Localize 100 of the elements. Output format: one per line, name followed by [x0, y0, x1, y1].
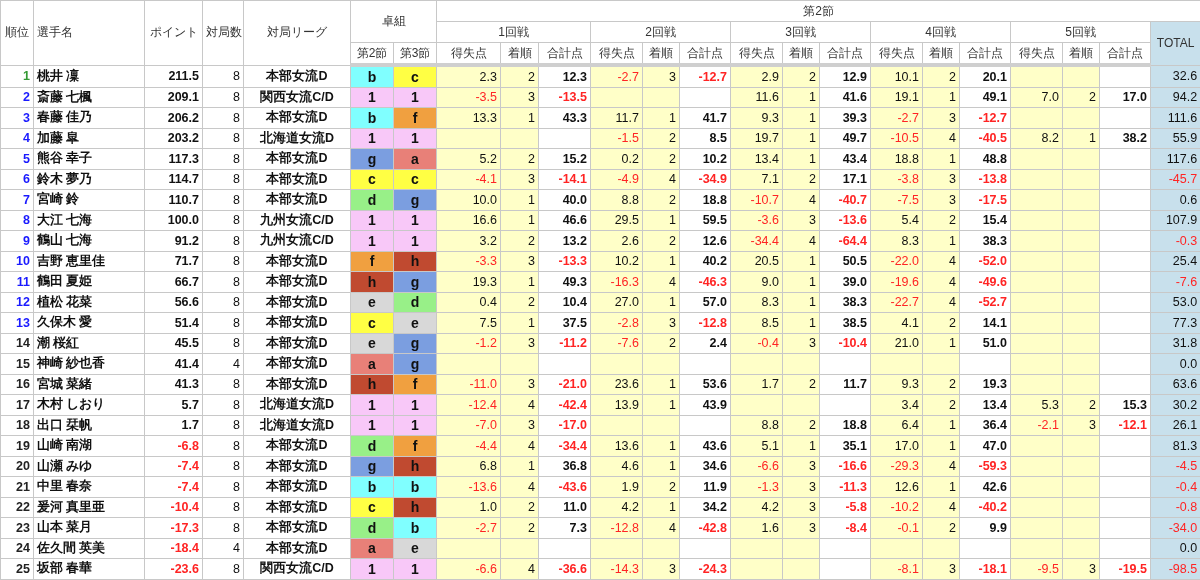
round-total-cell: 10.4: [538, 292, 591, 313]
round-total-cell: 14.1: [959, 312, 1011, 333]
round-total-cell: 9.9: [959, 517, 1011, 538]
league-cell: 北海道女流D: [243, 128, 351, 149]
league-cell: 本部女流D: [243, 312, 351, 333]
round-total-cell: 38.5: [819, 312, 871, 333]
round-total-cell: 43.4: [819, 148, 871, 169]
round-total-cell: 36.4: [959, 415, 1011, 436]
round-total-cell: -12.8: [679, 312, 731, 333]
league-cell: 九州女流C/D: [243, 230, 351, 251]
round-total-cell: -13.5: [538, 87, 591, 108]
round-total-cell: 43.9: [679, 394, 731, 415]
league-cell: 本部女流D: [243, 456, 351, 477]
rank-cell: 22: [0, 497, 34, 518]
player-name: 大江 七海: [33, 210, 145, 231]
league-cell: 本部女流D: [243, 333, 351, 354]
round-total-cell: -12.1: [1099, 415, 1151, 436]
round-total-cell: 12.3: [538, 65, 591, 87]
rank-cell: 1: [0, 65, 34, 87]
league-cell: 関西女流C/D: [243, 558, 351, 579]
round-total-cell: -52.7: [959, 292, 1011, 313]
round-total-cell: 48.8: [959, 148, 1011, 169]
round-total-cell: -12.7: [959, 107, 1011, 128]
player-name: 斎藤 七楓: [33, 87, 145, 108]
league-cell: 本部女流D: [243, 189, 351, 210]
player-name: 山瀬 みゆ: [33, 456, 145, 477]
round-total-cell: 13.2: [538, 230, 591, 251]
round-total-cell: 43.6: [679, 435, 731, 456]
rank-cell: 19: [0, 435, 34, 456]
round-total-cell: 39.0: [819, 271, 871, 292]
round-total-cell: 8.5: [679, 128, 731, 149]
points-cell: -6.8: [144, 435, 203, 456]
points-cell: 66.7: [144, 271, 203, 292]
round-total-cell: 46.6: [538, 210, 591, 231]
round-total-cell: -42.8: [679, 517, 731, 538]
player-name: 山本 菜月: [33, 517, 145, 538]
round-total-cell: 53.6: [679, 374, 731, 395]
player-name: 春藤 佳乃: [33, 107, 145, 128]
round-total-cell: -24.3: [679, 558, 731, 579]
player-name: 潮 桜紅: [33, 333, 145, 354]
player-name: 宮城 菜緒: [33, 374, 145, 395]
rank-cell: 10: [0, 251, 34, 272]
games-cell: 4: [202, 538, 244, 559]
round-total-cell: -11.2: [538, 333, 591, 354]
round-total-cell: 19.3: [959, 374, 1011, 395]
league-cell: 本部女流D: [243, 538, 351, 559]
round-total-cell: 11.9: [679, 476, 731, 497]
rank-cell: 21: [0, 476, 34, 497]
points-cell: 203.2: [144, 128, 203, 149]
round-total-cell: 18.8: [679, 189, 731, 210]
round-total-cell: 49.7: [819, 128, 871, 149]
round-total-cell: -49.6: [959, 271, 1011, 292]
column-header: 対局数: [202, 0, 244, 65]
round-total-cell: 39.3: [819, 107, 871, 128]
points-cell: 211.5: [144, 65, 203, 87]
player-name: 加藤 皐: [33, 128, 145, 149]
league-cell: 本部女流D: [243, 476, 351, 497]
league-cell: 本部女流D: [243, 169, 351, 190]
round-total-cell: -52.0: [959, 251, 1011, 272]
round-total-cell: 38.3: [819, 292, 871, 313]
player-name: 吉野 恵里佳: [33, 251, 145, 272]
player-name: 山崎 南湖: [33, 435, 145, 456]
rank-cell: 9: [0, 230, 34, 251]
round-total-cell: -40.7: [819, 189, 871, 210]
rank-cell: 20: [0, 456, 34, 477]
games-cell: 8: [202, 435, 244, 456]
player-name: 桃井 凜: [33, 65, 145, 87]
player-name: 爰河 真里亜: [33, 497, 145, 518]
points-cell: 110.7: [144, 189, 203, 210]
round-total-cell: 49.1: [959, 87, 1011, 108]
rank-cell: 24: [0, 538, 34, 559]
league-cell: 本部女流D: [243, 107, 351, 128]
column-header: 対局リーグ: [243, 0, 351, 65]
player-name: 木村 しおり: [33, 394, 145, 415]
rank-cell: 15: [0, 353, 34, 374]
league-cell: 北海道女流D: [243, 394, 351, 415]
round-total-cell: 36.8: [538, 456, 591, 477]
round-total-cell: -5.8: [819, 497, 871, 518]
league-cell: 本部女流D: [243, 517, 351, 538]
round-total-cell: 12.9: [819, 65, 871, 87]
round-total-cell: 34.2: [679, 497, 731, 518]
round-total-cell: -40.5: [959, 128, 1011, 149]
round-total-cell: -17.0: [538, 415, 591, 436]
round-total-cell: -36.6: [538, 558, 591, 579]
round-total-cell: 17.0: [1099, 87, 1151, 108]
rank-cell: 6: [0, 169, 34, 190]
round-total-cell: -46.3: [679, 271, 731, 292]
games-cell: 8: [202, 65, 244, 87]
league-cell: 九州女流C/D: [243, 210, 351, 231]
round-total-cell: 7.3: [538, 517, 591, 538]
column-header: TOTAL: [1150, 21, 1200, 65]
round-total-cell: 49.3: [538, 271, 591, 292]
points-cell: 5.7: [144, 394, 203, 415]
player-name: 佐久間 英美: [33, 538, 145, 559]
player-name: 熊谷 幸子: [33, 148, 145, 169]
player-name: 出口 栞帆: [33, 415, 145, 436]
points-cell: 114.7: [144, 169, 203, 190]
games-cell: 8: [202, 210, 244, 231]
round-total-cell: 17.1: [819, 169, 871, 190]
points-cell: -17.3: [144, 517, 203, 538]
